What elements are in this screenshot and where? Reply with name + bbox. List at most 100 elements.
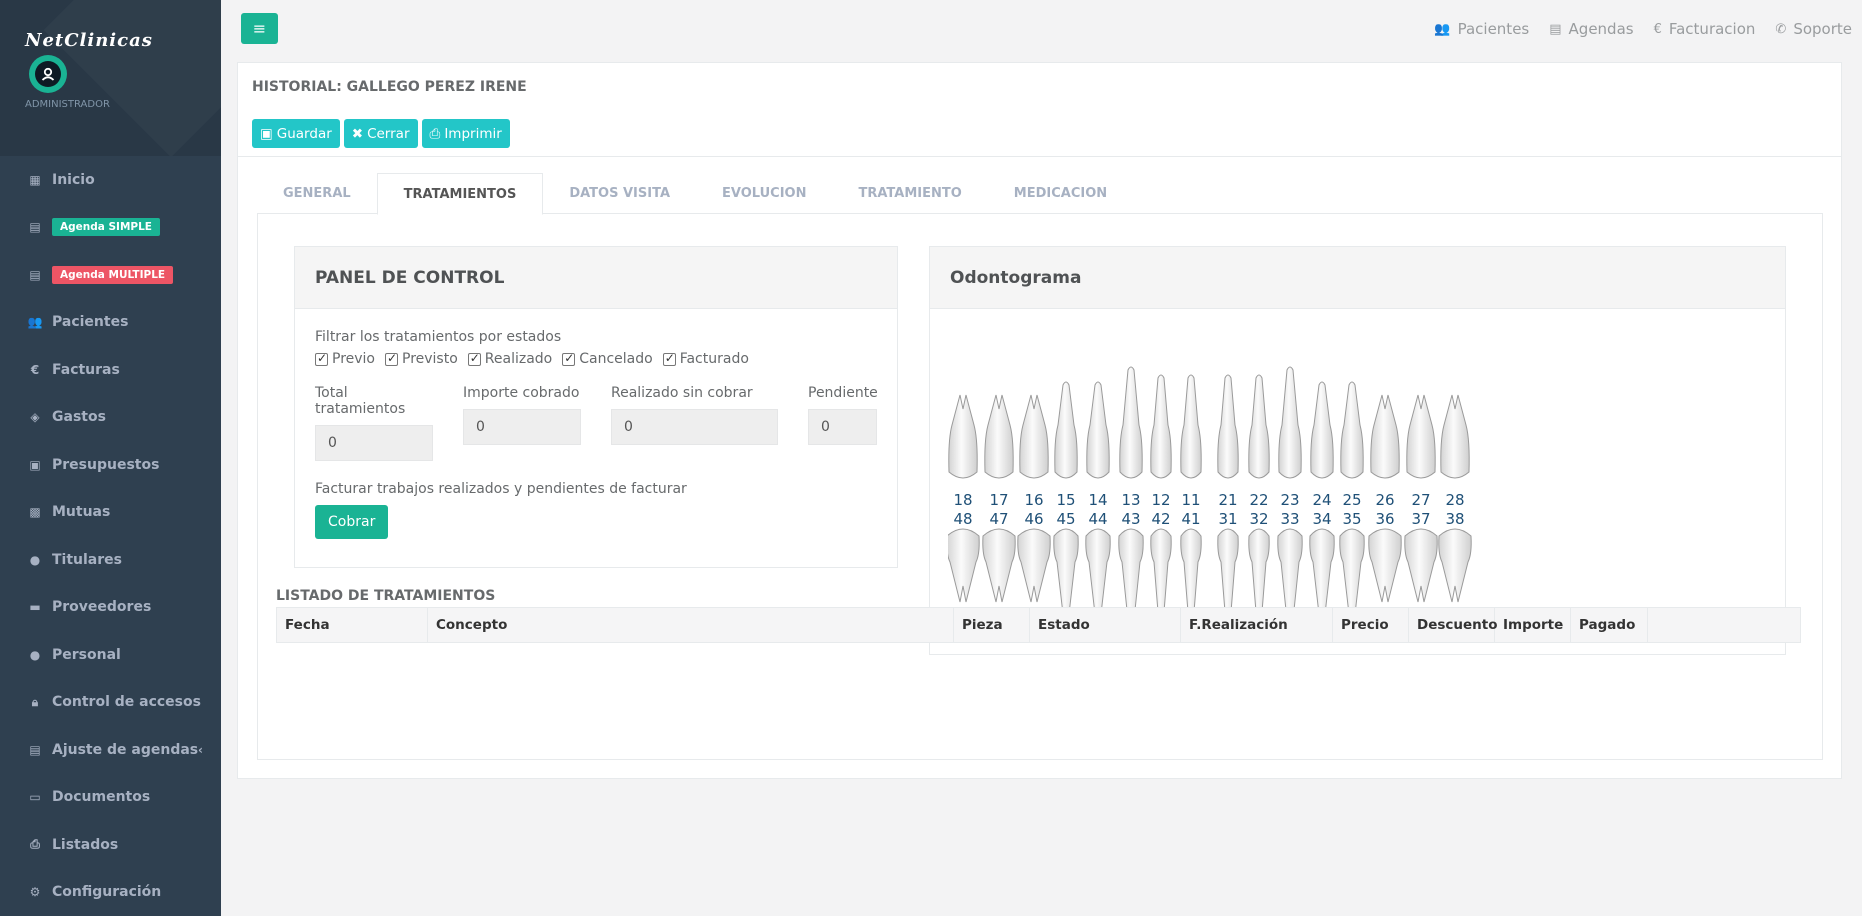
upper-teeth: [948, 366, 1470, 479]
tooth-38[interactable]: [1438, 528, 1472, 603]
column-header[interactable]: Importe: [1495, 608, 1571, 642]
tooth-17[interactable]: [984, 394, 1014, 479]
tooth-44[interactable]: [1085, 528, 1111, 618]
tooth-24[interactable]: [1310, 381, 1334, 479]
sidebar-item-agenda-multiple[interactable]: ▤ Agenda MULTIPLE: [0, 251, 221, 299]
brand-logo[interactable]: NetClinicas: [25, 30, 221, 51]
top-link-label: Agendas: [1568, 20, 1634, 38]
filter-previsto[interactable]: Previsto: [385, 351, 458, 367]
tooth-32[interactable]: [1248, 528, 1270, 616]
tooth-48[interactable]: [948, 528, 980, 603]
checkbox[interactable]: [385, 351, 398, 366]
sidebar-item-proveedores[interactable]: ▬ Proveedores: [0, 584, 221, 632]
tooth-28[interactable]: [1440, 394, 1470, 479]
tooth-47[interactable]: [982, 528, 1016, 603]
filter-previo[interactable]: Previo: [315, 351, 375, 367]
top-link-soporte[interactable]: ✆ Soporte: [1775, 20, 1852, 38]
tooth-16[interactable]: [1019, 394, 1049, 479]
tab-evolucion[interactable]: EVOLUCION: [696, 173, 832, 214]
print-icon: ⎙: [30, 837, 40, 852]
sidebar-item-agenda-simple[interactable]: ▤ Agenda SIMPLE: [0, 204, 221, 252]
tooth-18[interactable]: [948, 394, 978, 479]
tooth-36[interactable]: [1368, 528, 1402, 603]
tab-tratamientos[interactable]: TRATAMIENTOS: [376, 173, 544, 215]
sidebar-item-presupuestos[interactable]: ▣ Presupuestos: [0, 441, 221, 489]
column-header[interactable]: Precio: [1333, 608, 1409, 642]
sidebar-item-label: Pacientes: [52, 314, 129, 331]
filter-label-text: Cancelado: [579, 351, 653, 367]
tooth-26[interactable]: [1370, 394, 1400, 479]
sidebar-item-titulares[interactable]: ● Titulares: [0, 536, 221, 584]
tooth-21[interactable]: [1217, 374, 1239, 479]
treatments-list-title: LISTADO DE TRATAMIENTOS: [276, 588, 496, 604]
filter-facturado[interactable]: Facturado: [662, 351, 749, 367]
tooth-37[interactable]: [1404, 528, 1438, 603]
action-buttons: ▣ Guardar ✖ Cerrar ⎙ Imprimir: [252, 119, 1827, 148]
menu-toggle-button[interactable]: ≡: [241, 13, 278, 44]
sidebar-item-documentos[interactable]: ▭ Documentos: [0, 774, 221, 822]
sidebar-item-listados[interactable]: ⎙ Listados: [0, 821, 221, 869]
close-button[interactable]: ✖ Cerrar: [343, 119, 418, 148]
tooth-12[interactable]: [1150, 374, 1172, 479]
tab-tratamiento[interactable]: TRATAMIENTO: [832, 173, 987, 214]
column-header[interactable]: Descuento: [1409, 608, 1498, 642]
summary-fields: Total tratamientos 0 Importe cobrado 0 R…: [315, 385, 878, 461]
sidebar-item-personal[interactable]: ● Personal: [0, 631, 221, 679]
field-label: Pendiente: [808, 385, 878, 401]
tooth-number: 36: [1375, 510, 1394, 528]
checkbox[interactable]: [315, 351, 328, 366]
sidebar-item-configuracion[interactable]: ⚙ Configuración: [0, 869, 221, 916]
save-button[interactable]: ▣ Guardar: [252, 119, 340, 148]
sidebar-item-pacientes[interactable]: 👥 Pacientes: [0, 299, 221, 347]
filter-cancelado[interactable]: Cancelado: [562, 351, 653, 367]
tab-general[interactable]: GENERAL: [257, 173, 377, 214]
top-link-agendas[interactable]: ▤ Agendas: [1549, 20, 1633, 38]
column-header[interactable]: Pagado: [1571, 608, 1648, 642]
sidebar-item-mutuas[interactable]: ▩ Mutuas: [0, 489, 221, 537]
column-header[interactable]: Concepto: [428, 608, 954, 642]
lock-icon: 🔒︎: [31, 694, 39, 709]
tooth-22[interactable]: [1248, 374, 1270, 479]
column-header[interactable]: Pieza: [954, 608, 1030, 642]
tooth-13[interactable]: [1119, 366, 1143, 479]
users-icon: 👥: [27, 315, 43, 330]
avatar[interactable]: [29, 55, 67, 93]
sidebar-item-inicio[interactable]: ▦ Inicio: [0, 156, 221, 204]
tooth-25[interactable]: [1340, 381, 1364, 479]
sidebar-nav: ▦ Inicio ▤ Agenda SIMPLE ▤ Agenda MULTIPLE …: [0, 156, 221, 916]
tooth-14[interactable]: [1086, 381, 1110, 479]
tooth-31[interactable]: [1217, 528, 1239, 616]
truck-icon: ▬: [29, 600, 41, 615]
tab-medicacion[interactable]: MEDICACION: [988, 173, 1133, 214]
tooth-42[interactable]: [1150, 528, 1172, 616]
tooth-35[interactable]: [1339, 528, 1365, 618]
checkbox[interactable]: [562, 351, 576, 366]
tooth-27[interactable]: [1406, 394, 1436, 479]
checkbox[interactable]: [662, 351, 676, 366]
print-button[interactable]: ⎙ Imprimir: [421, 119, 510, 148]
tooth-23[interactable]: [1278, 366, 1302, 479]
sidebar-item-control-accesos[interactable]: 🔒︎ Control de accesos: [0, 679, 221, 727]
total-treatments-field: Total tratamientos 0: [315, 385, 433, 461]
agenda-multiple-badge: Agenda MULTIPLE: [52, 265, 174, 284]
sidebar-item-facturas[interactable]: € Facturas: [0, 346, 221, 394]
field-label: Importe cobrado: [463, 385, 580, 401]
tooth-41[interactable]: [1180, 528, 1202, 616]
column-header[interactable]: F.Realización: [1181, 608, 1333, 642]
sidebar-item-gastos[interactable]: ◈ Gastos: [0, 394, 221, 442]
tooth-45[interactable]: [1053, 528, 1079, 618]
tooth-number: 13: [1121, 491, 1140, 509]
tooth-46[interactable]: [1017, 528, 1051, 603]
filter-realizado[interactable]: Realizado: [467, 351, 552, 367]
tooth-34[interactable]: [1309, 528, 1335, 618]
top-link-pacientes[interactable]: 👥 Pacientes: [1434, 20, 1529, 38]
checkbox[interactable]: [467, 351, 481, 366]
sidebar-item-ajuste-agendas[interactable]: ▤ Ajuste de agendas ‹: [0, 726, 221, 774]
charge-button[interactable]: Cobrar: [315, 505, 389, 539]
column-header[interactable]: Estado: [1030, 608, 1181, 642]
tab-datos-visita[interactable]: DATOS VISITA: [543, 173, 696, 214]
tooth-11[interactable]: [1180, 374, 1202, 479]
top-link-facturacion[interactable]: € Facturacion: [1654, 20, 1756, 38]
column-header[interactable]: Fecha: [277, 608, 428, 642]
tooth-15[interactable]: [1054, 381, 1078, 479]
